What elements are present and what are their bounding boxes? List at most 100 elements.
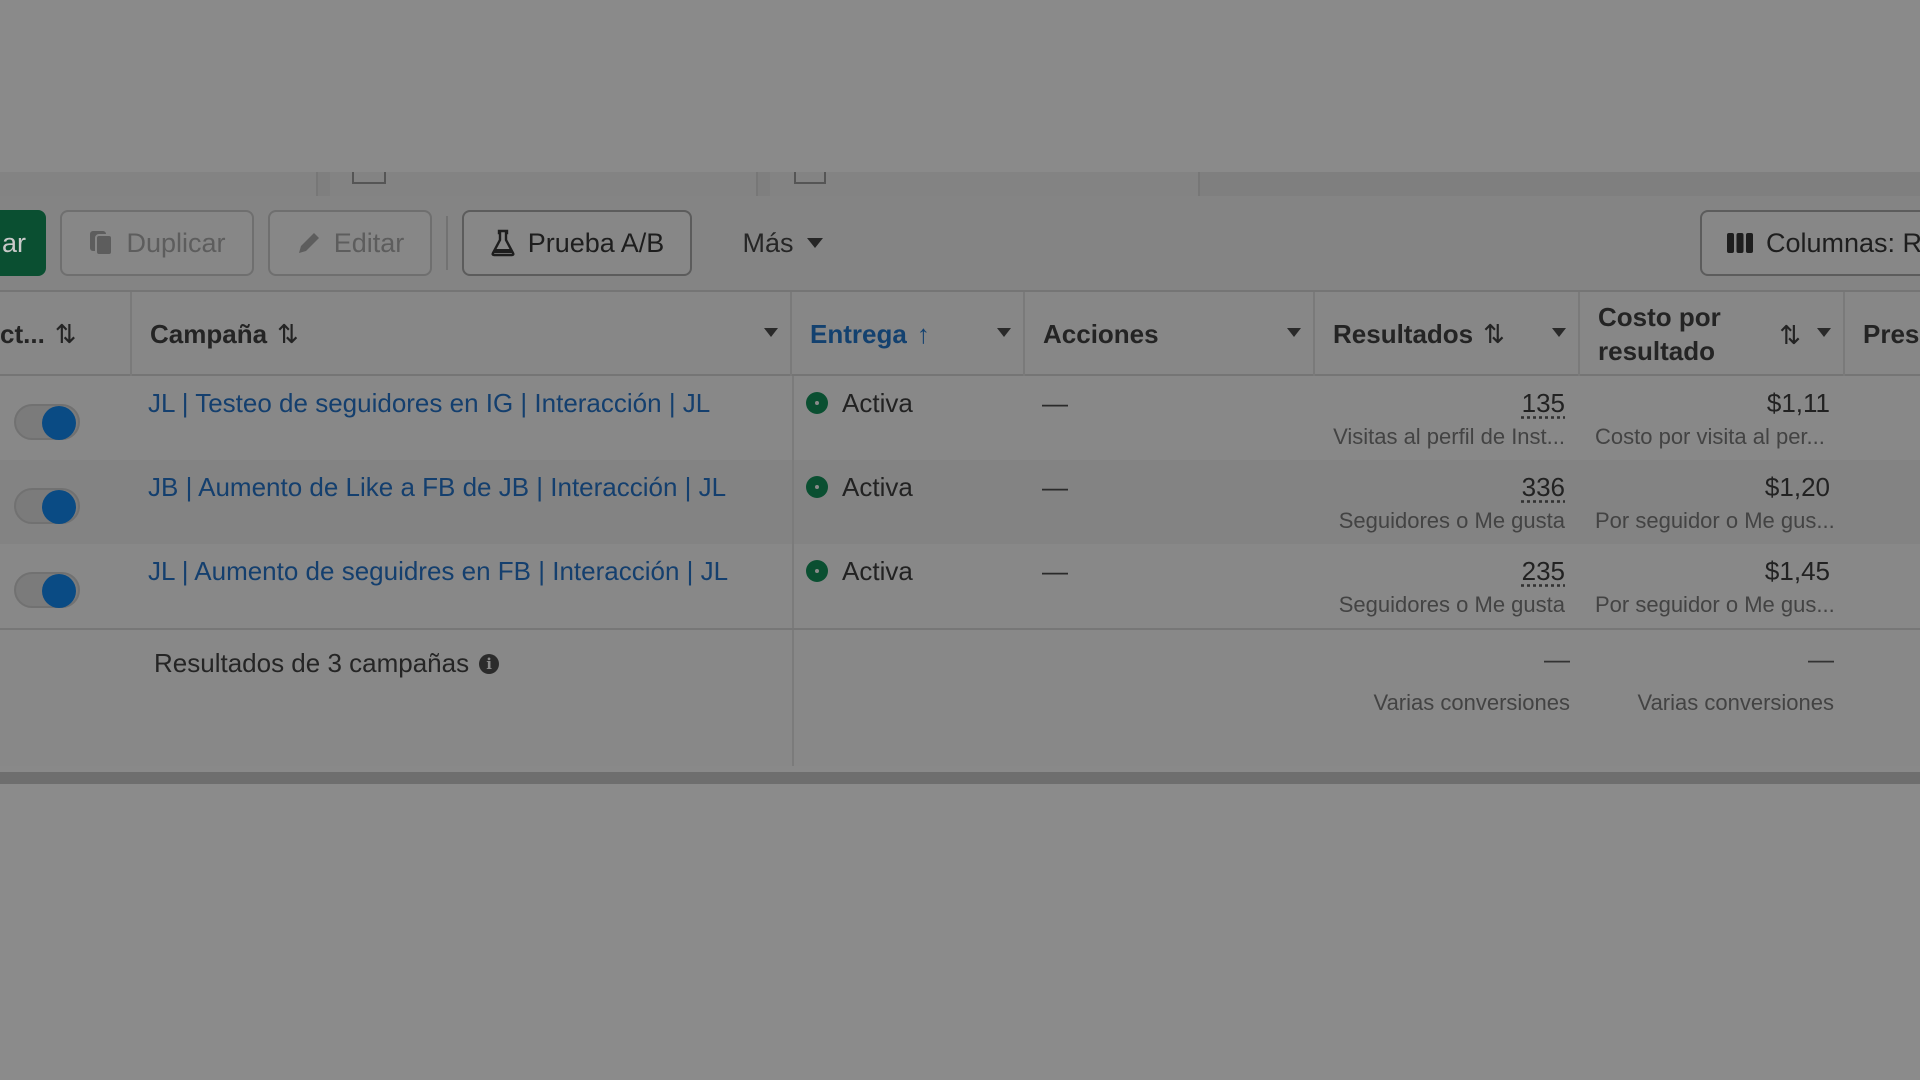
ab-test-label: Prueba A/B [528,228,665,259]
cost-per-result-type: Costo por visita al per... [1595,424,1825,450]
top-overlay-area [0,0,1920,172]
duplicate-button[interactable]: Duplicar [60,210,254,276]
status-active-icon [806,392,828,414]
column-menu-caret-icon[interactable] [997,328,1011,337]
column-header-campaign-label: Campaña [150,319,267,350]
cost-per-result-value: $1,45 [1765,556,1830,587]
bottom-overlay-area [0,784,1920,1080]
edit-label: Editar [334,228,405,259]
tab-ads[interactable] [770,172,1200,196]
delivery-status: Activa [842,556,913,587]
summary-label-group: Resultados de 3 campañas i [154,648,499,679]
sort-icon[interactable]: ⇅ [277,319,299,350]
column-header-activation[interactable]: ct... ⇅ [0,292,132,376]
cost-per-result-type: Por seguidor o Me gus... [1595,508,1835,534]
column-menu-caret-icon[interactable] [764,328,778,337]
pencil-icon [296,230,322,256]
column-divider [792,460,794,544]
tabs-strip [0,172,1920,196]
delivery-status: Activa [842,472,913,503]
table-row[interactable]: JL | Testeo de seguidores en IG | Intera… [0,376,1920,460]
sort-ascending-icon[interactable]: ↑ [917,319,930,350]
cost-per-result-type: Por seguidor o Me gus... [1595,592,1835,618]
campaign-name-link[interactable]: JB | Aumento de Like a FB de JB | Intera… [148,472,726,503]
column-header-results-label: Resultados [1333,319,1473,350]
summary-cost-sub: Varias conversiones [1638,690,1834,716]
columns-icon [1726,231,1754,255]
summary-cost-value: — [1808,644,1834,675]
summary-label: Resultados de 3 campañas [154,648,469,679]
table-header: ct... ⇅ Campaña ⇅ Entrega ↑ Acciones Res… [0,290,1920,376]
actions-value: — [1042,388,1068,419]
actions-value: — [1042,472,1068,503]
status-active-icon [806,560,828,582]
column-header-delivery[interactable]: Entrega ↑ [792,292,1025,376]
create-button[interactable]: ar [0,210,46,276]
column-menu-caret-icon[interactable] [1552,328,1566,337]
campaign-toggle[interactable] [14,488,80,524]
more-label: Más [742,228,793,259]
campaign-toggle[interactable] [14,572,80,608]
campaigns-table: ct... ⇅ Campaña ⇅ Entrega ↑ Acciones Res… [0,290,1920,766]
column-header-campaign[interactable]: Campaña ⇅ [132,292,792,376]
table-row[interactable]: JB | Aumento de Like a FB de JB | Intera… [0,460,1920,544]
columns-button[interactable]: Columnas: Re [1700,210,1920,276]
campaign-toggle[interactable] [14,404,80,440]
tab-ad-sets[interactable] [330,172,758,196]
table-summary-row: Resultados de 3 campañas i — Varias conv… [0,628,1920,766]
column-divider [792,630,794,766]
column-header-activation-label: ct... [0,319,45,350]
column-header-budget-label: Pres [1863,319,1919,350]
duplicate-icon [88,229,114,257]
summary-results-sub: Varias conversiones [1374,690,1570,716]
ad-sets-icon [352,172,386,184]
sort-icon[interactable]: ⇅ [55,319,77,350]
edit-button[interactable]: Editar [268,210,432,276]
info-icon[interactable]: i [479,654,499,674]
columns-label: Columnas: Re [1766,228,1920,259]
column-divider [792,376,794,460]
sort-icon[interactable]: ⇅ [1779,318,1801,352]
more-button[interactable]: Más [716,210,850,276]
column-menu-caret-icon[interactable] [1817,328,1831,337]
toggle-knob [42,490,76,524]
flask-icon [490,229,516,257]
campaign-name-link[interactable]: JL | Testeo de seguidores en IG | Intera… [148,388,710,419]
campaign-name-link[interactable]: JL | Aumento de seguidres en FB | Intera… [148,556,728,587]
summary-results-value: — [1544,644,1570,675]
sort-icon[interactable]: ⇅ [1483,319,1505,350]
toolbar: ar Duplicar Editar Prueba A/B Más Column… [0,196,1920,290]
column-header-actions[interactable]: Acciones [1025,292,1315,376]
cost-per-result-value: $1,20 [1765,472,1830,503]
toolbar-separator [446,216,448,270]
column-header-cost-label-line1: Costo por [1598,300,1721,334]
toggle-knob [42,574,76,608]
results-value[interactable]: 135 [1522,388,1565,419]
results-type: Seguidores o Me gusta [1339,508,1565,534]
ab-test-button[interactable]: Prueba A/B [462,210,692,276]
delivery-status: Activa [842,388,913,419]
column-header-cost-per-result[interactable]: Costo por resultado ⇅ [1580,292,1845,376]
results-value[interactable]: 336 [1522,472,1565,503]
column-menu-caret-icon[interactable] [1287,328,1301,337]
cost-per-result-value: $1,11 [1767,388,1830,419]
tab-campaigns[interactable] [0,172,318,196]
ads-icon [794,172,826,184]
column-header-cost-label-line2: resultado [1598,334,1715,368]
status-active-icon [806,476,828,498]
results-value[interactable]: 235 [1522,556,1565,587]
create-button-label: ar [2,228,26,259]
column-divider [792,544,794,628]
duplicate-label: Duplicar [126,228,225,259]
results-type: Seguidores o Me gusta [1339,592,1565,618]
column-header-delivery-label: Entrega [810,319,907,350]
toggle-knob [42,406,76,440]
column-header-results[interactable]: Resultados ⇅ [1315,292,1580,376]
column-header-actions-label: Acciones [1043,319,1159,350]
results-type: Visitas al perfil de Inst... [1333,424,1565,450]
table-row[interactable]: JL | Aumento de seguidres en FB | Intera… [0,544,1920,628]
chevron-down-icon [806,237,824,249]
column-header-budget[interactable]: Pres [1845,292,1920,376]
actions-value: — [1042,556,1068,587]
horizontal-scrollbar[interactable] [0,772,1920,784]
